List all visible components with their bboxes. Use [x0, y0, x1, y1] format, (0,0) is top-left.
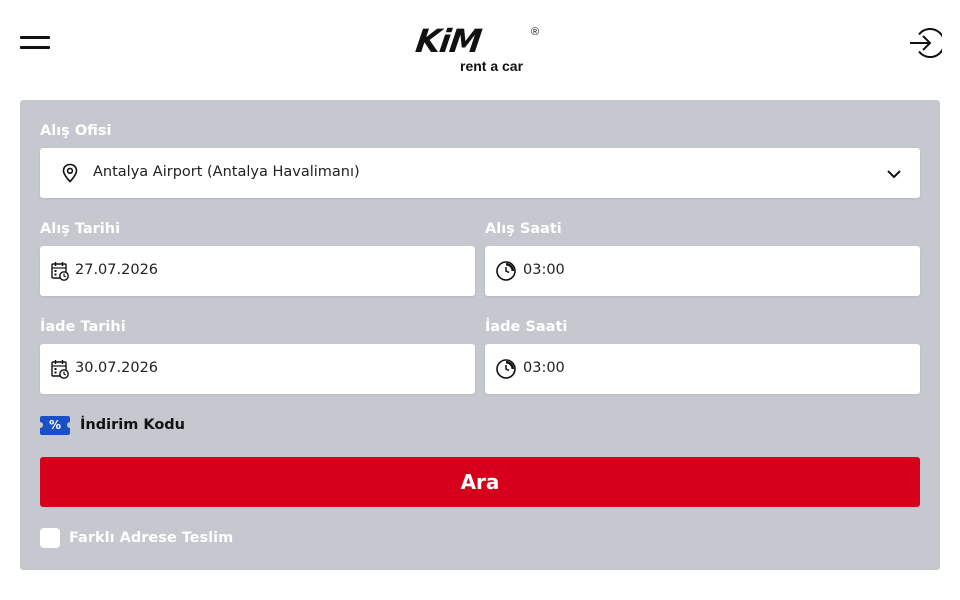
pickup-time-field[interactable]: 03:00	[485, 246, 920, 296]
reservation-panel: Alış Ofisi Antalya Airport (Antalya Hava…	[20, 100, 940, 570]
location-pin-icon	[61, 163, 79, 188]
pickup-date-field[interactable]: 27.07.2026	[40, 246, 475, 296]
brand-name: KiM	[413, 22, 484, 60]
calendar-clock-icon	[51, 261, 69, 286]
pickup-office-value: Antalya Airport (Antalya Havalimanı)	[93, 164, 360, 180]
different-address-option: Farklı Adrese Teslim	[40, 528, 260, 550]
pickup-office-label: Alış Ofisi	[40, 123, 112, 139]
pickup-date-label: Alış Tarihi	[40, 221, 121, 237]
hamburger-menu-icon[interactable]	[20, 34, 52, 52]
promo-code-label: İndirim Kodu	[80, 417, 185, 433]
return-date-value: 30.07.2026	[75, 360, 159, 376]
header: KiM ® rent a car	[0, 0, 960, 90]
clock-icon	[495, 260, 517, 287]
different-address-checkbox[interactable]	[40, 528, 60, 548]
pickup-office-select[interactable]: Antalya Airport (Antalya Havalimanı)	[40, 148, 920, 198]
return-date-label: İade Tarihi	[40, 319, 126, 335]
search-button[interactable]: Ara	[40, 457, 920, 507]
return-time-field[interactable]: 03:00	[485, 344, 920, 394]
return-time-label: İade Saati	[485, 319, 568, 335]
registered-mark: ®	[531, 26, 540, 38]
return-date-field[interactable]: 30.07.2026	[40, 344, 475, 394]
calendar-clock-icon	[51, 359, 69, 384]
promo-code-toggle[interactable]: % İndirim Kodu	[37, 415, 200, 437]
brand-logo[interactable]: KiM ® rent a car	[413, 22, 548, 76]
brand-tagline: rent a car	[460, 58, 524, 74]
pickup-date-value: 27.07.2026	[75, 262, 159, 278]
percent-ticket-icon: %	[37, 416, 73, 435]
different-address-label[interactable]: Farklı Adrese Teslim	[69, 530, 233, 546]
clock-icon	[495, 358, 517, 385]
return-time-value: 03:00	[523, 360, 565, 376]
pickup-time-label: Alış Saati	[485, 221, 562, 237]
login-arrow-icon[interactable]	[908, 26, 946, 60]
chevron-down-icon	[886, 167, 902, 185]
pickup-time-value: 03:00	[523, 262, 565, 278]
